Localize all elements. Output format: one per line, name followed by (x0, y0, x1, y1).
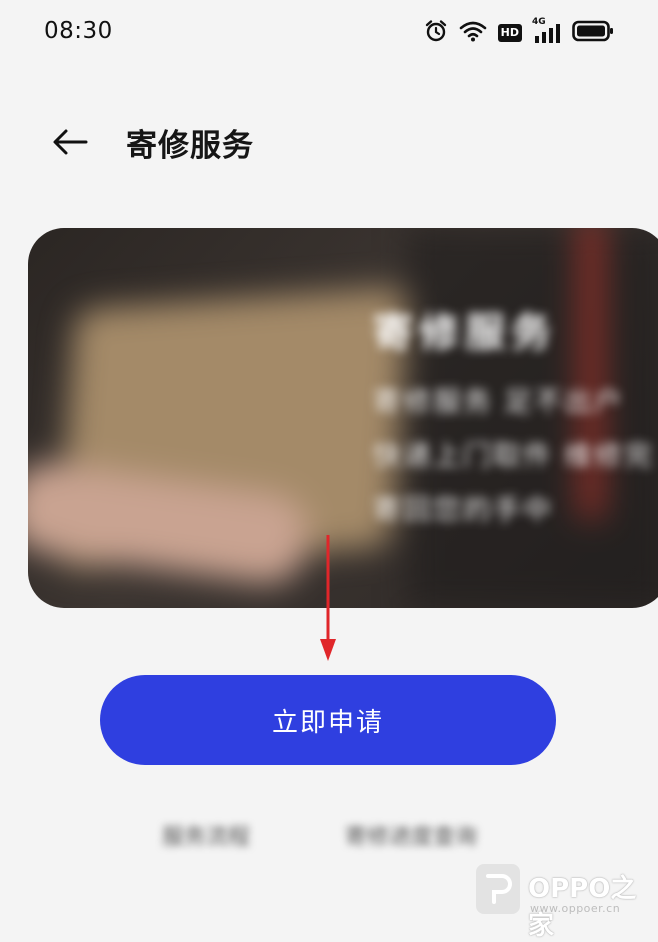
watermark: OPPO之家 www.oppoer.cn (476, 862, 654, 941)
annotation-arrow-icon (320, 535, 336, 661)
page-header: 寄修服务 (0, 100, 658, 184)
arrow-left-icon (53, 129, 88, 155)
service-banner: 寄修服务 寄修服务 足不出户 快递上门取件 维修完 寄回您的手中 (28, 228, 658, 608)
signal-icon: 4G (532, 17, 561, 45)
watermark-logo-icon (476, 864, 520, 914)
back-button[interactable] (46, 122, 94, 162)
network-type-label: 4G (532, 17, 546, 27)
wifi-icon (459, 20, 487, 46)
hd-icon: HD (497, 24, 522, 42)
apply-now-label: 立即申请 (271, 707, 384, 738)
banner-text: 寄修服务 寄修服务 足不出户 快递上门取件 维修完 寄回您的手中 (373, 300, 654, 542)
status-icons: HD 4G (424, 17, 614, 47)
apply-now-button[interactable]: 立即申请 (100, 675, 556, 765)
repair-progress-link[interactable]: 寄修进度查询 (345, 820, 477, 856)
banner-line: 快递上门取件 维修完 (373, 439, 654, 472)
battery-icon (572, 19, 614, 47)
page-title: 寄修服务 (126, 128, 254, 164)
status-bar: 08:30 HD 4G (0, 0, 658, 64)
watermark-url: www.oppoer.cn (530, 902, 621, 915)
service-process-link[interactable]: 服务流程 (162, 820, 250, 856)
alarm-icon (424, 19, 448, 47)
banner-line: 寄回您的手中 (373, 493, 554, 526)
banner-line: 寄修服务 足不出户 (373, 385, 624, 418)
status-time: 08:30 (44, 18, 113, 44)
banner-title: 寄修服务 (373, 310, 557, 356)
